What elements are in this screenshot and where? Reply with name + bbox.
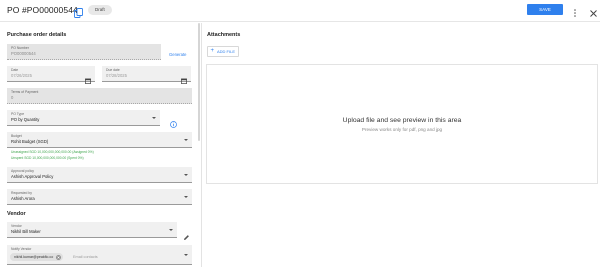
caret-down-icon[interactable] <box>169 228 173 231</box>
upload-title: Upload file and see preview in this area <box>342 117 462 124</box>
chip-close-icon[interactable] <box>56 254 62 260</box>
requested-by-label: Requested by <box>11 191 32 195</box>
caret-down-icon[interactable] <box>184 173 188 176</box>
approval-policy-value: Ashish Approval Policy <box>11 174 54 179</box>
vendor-value: Nikhil Bill Maker <box>11 229 41 234</box>
purchase-order-details-heading: Purchase order details <box>7 32 67 38</box>
budget-value: Rohit Budget (SGD) <box>11 139 49 144</box>
attachments-heading: Attachments <box>207 32 241 38</box>
calendar-icon[interactable] <box>85 71 91 84</box>
po-type-label: PO Type <box>11 112 25 116</box>
terms-of-payment-field: Terms of Payment 0 <box>7 88 192 104</box>
info-icon[interactable] <box>170 115 177 128</box>
approval-policy-select[interactable]: Approval policy Ashish Approval Policy <box>7 167 192 183</box>
edit-icon[interactable] <box>183 228 190 240</box>
generate-link[interactable]: Generate <box>169 52 186 57</box>
add-file-button[interactable]: + ADD FILE <box>207 46 239 57</box>
copy-icon[interactable] <box>74 5 83 18</box>
budget-label: Budget <box>11 134 22 138</box>
date-label: Date <box>11 68 19 72</box>
due-date-value: 07/28/2025 <box>106 73 127 78</box>
po-type-value: PO by Quantity <box>11 117 40 122</box>
vendor-select[interactable]: Vendor Nikhil Bill Maker <box>7 222 177 238</box>
budget-unspent-text: Unspent SGD 10,000,000,000,000.00 (Spent… <box>11 156 84 160</box>
page-title: PO #PO00000544 <box>7 5 78 15</box>
save-button[interactable]: SAVE <box>527 4 563 15</box>
caret-down-icon[interactable] <box>184 253 188 256</box>
upload-subtitle: Preview works only for pdf, png and jpg <box>361 127 443 132</box>
upload-preview-area[interactable]: Upload file and see preview in this area… <box>206 64 598 184</box>
po-number-value: PO00000544 <box>11 51 36 56</box>
due-date-label: Due date <box>106 68 120 72</box>
caret-down-icon[interactable] <box>184 138 188 141</box>
terms-of-payment-value: 0 <box>11 95 14 100</box>
status-badge: Draft <box>88 5 112 15</box>
budget-select[interactable]: Budget Rohit Budget (SGD) <box>7 132 192 148</box>
due-date-field[interactable]: Due date 07/28/2025 <box>102 66 191 84</box>
form-scrollbar[interactable] <box>198 23 200 141</box>
vendor-label: Vendor <box>11 224 22 228</box>
requested-by-select[interactable]: Requested by Ashish Arora <box>7 189 192 205</box>
po-number-label: PO Number <box>11 46 29 50</box>
email-chip[interactable]: nikhil.kumar@peakflo.co <box>10 253 64 261</box>
notify-vendor-label: Notify Vendor <box>11 247 32 251</box>
add-file-label: ADD FILE <box>217 49 236 54</box>
date-field[interactable]: Date 07/26/2025 <box>7 66 95 84</box>
kebab-icon[interactable] <box>572 5 578 17</box>
caret-down-icon[interactable] <box>152 116 156 119</box>
vendor-heading: Vendor <box>7 211 26 217</box>
terms-of-payment-label: Terms of Payment <box>11 90 39 94</box>
calendar-icon[interactable] <box>181 71 187 84</box>
header-bar: PO #PO00000544 Draft SAVE <box>0 0 600 22</box>
po-type-select[interactable]: PO Type PO by Quantity <box>7 110 160 126</box>
panel-divider <box>201 23 202 267</box>
po-number-field: PO Number PO00000544 <box>7 44 161 60</box>
caret-down-icon[interactable] <box>184 195 188 198</box>
email-contacts-input[interactable]: Email contacts <box>73 255 98 259</box>
plus-icon: + <box>210 48 215 54</box>
budget-unassigned-text: Unassigned SGD 10,000,000,000,000.00 (As… <box>11 150 94 154</box>
date-value: 07/26/2025 <box>11 73 32 78</box>
close-icon[interactable] <box>589 5 598 17</box>
approval-policy-label: Approval policy <box>11 169 34 173</box>
requested-by-value: Ashish Arora <box>11 196 35 201</box>
email-chip-label: nikhil.kumar@peakflo.co <box>14 255 54 259</box>
